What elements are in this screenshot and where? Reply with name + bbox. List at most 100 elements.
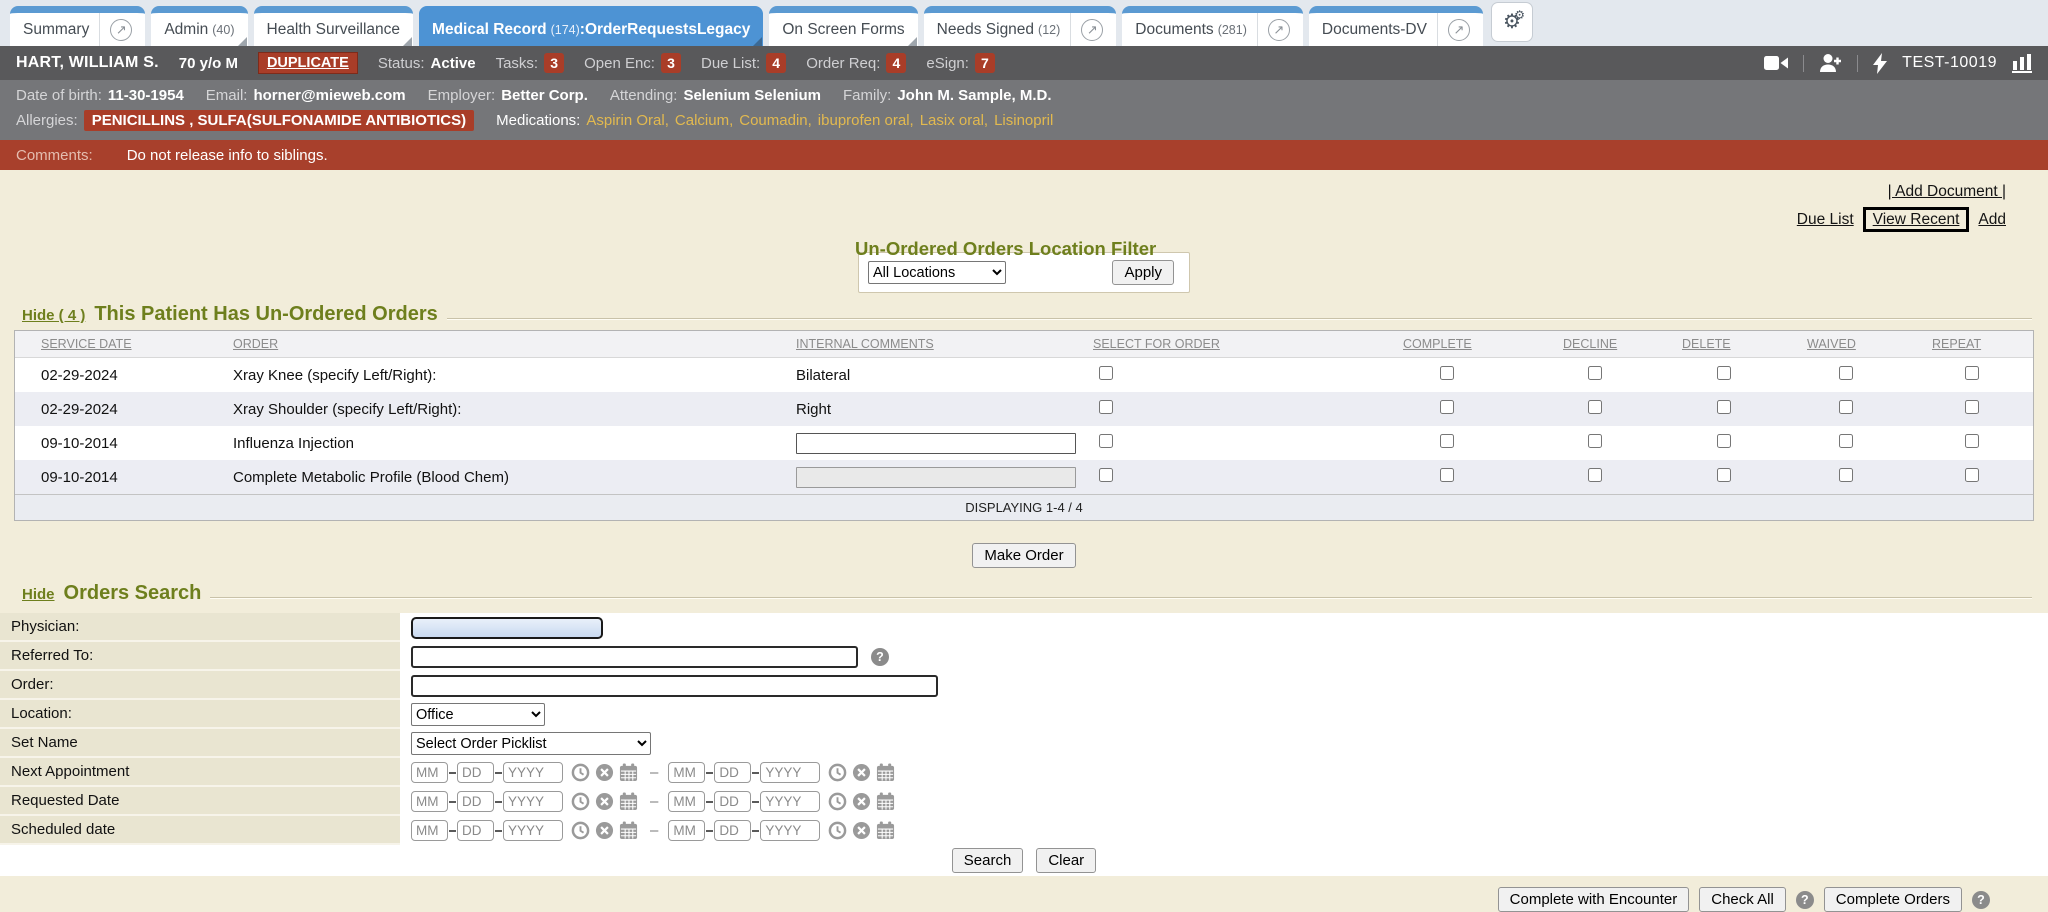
time-icon[interactable] xyxy=(828,821,847,840)
delete-checkbox[interactable] xyxy=(1717,366,1731,380)
location-select[interactable]: Office xyxy=(411,703,545,726)
day-input[interactable] xyxy=(457,791,494,812)
year-input[interactable] xyxy=(503,762,563,783)
tab-settings-button[interactable]: ⚙ ⚙ xyxy=(1491,2,1533,42)
tab-admin[interactable]: Admin (40) xyxy=(151,6,247,46)
col-select-for-order[interactable]: SELECT FOR ORDER xyxy=(1075,337,1385,351)
due-list-link[interactable]: Due List xyxy=(1797,212,1854,228)
time-icon[interactable] xyxy=(828,792,847,811)
calendar-icon[interactable] xyxy=(619,821,638,840)
tab-documents[interactable]: Documents (281) ↗ xyxy=(1122,6,1303,46)
year-input[interactable] xyxy=(503,791,563,812)
delete-checkbox[interactable] xyxy=(1717,468,1731,482)
col-decline[interactable]: DECLINE xyxy=(1545,337,1670,351)
clear-date-icon[interactable] xyxy=(852,792,871,811)
decline-checkbox[interactable] xyxy=(1588,400,1602,414)
year-input[interactable] xyxy=(760,762,820,783)
medication-link[interactable]: ibuprofen oral, xyxy=(818,112,914,129)
complete-with-encounter-button[interactable]: Complete with Encounter xyxy=(1498,887,1690,912)
time-icon[interactable] xyxy=(571,792,590,811)
calendar-icon[interactable] xyxy=(876,792,895,811)
month-input[interactable] xyxy=(411,791,448,812)
col-delete[interactable]: DELETE xyxy=(1670,337,1795,351)
select-for-order-checkbox[interactable] xyxy=(1099,366,1113,380)
referred-to-input[interactable] xyxy=(411,646,858,668)
clear-date-icon[interactable] xyxy=(852,821,871,840)
year-input[interactable] xyxy=(760,791,820,812)
waived-checkbox[interactable] xyxy=(1839,366,1853,380)
lightning-icon[interactable] xyxy=(1873,53,1887,74)
decline-checkbox[interactable] xyxy=(1588,366,1602,380)
video-visit-icon[interactable] xyxy=(1764,55,1788,71)
duplicate-flag[interactable]: DUPLICATE xyxy=(258,52,358,74)
check-all-button[interactable]: Check All xyxy=(1699,887,1786,912)
location-filter-select[interactable]: All Locations xyxy=(868,261,1006,284)
day-input[interactable] xyxy=(457,820,494,841)
tab-popout-section[interactable]: ↗ xyxy=(99,13,132,46)
counter-badge[interactable]: 7 xyxy=(975,53,995,73)
month-input[interactable] xyxy=(668,820,705,841)
allergies-value[interactable]: PENICILLINS , SULFA(SULFONAMIDE ANTIBIOT… xyxy=(84,110,474,131)
repeat-checkbox[interactable] xyxy=(1965,400,1979,414)
calendar-icon[interactable] xyxy=(876,763,895,782)
select-for-order-checkbox[interactable] xyxy=(1099,434,1113,448)
col-order[interactable]: ORDER xyxy=(205,337,775,351)
medication-link[interactable]: Lisinopril xyxy=(994,112,1053,129)
year-input[interactable] xyxy=(503,820,563,841)
col-waived[interactable]: WAIVED xyxy=(1795,337,1920,351)
tab-summary[interactable]: Summary ↗ xyxy=(10,6,145,46)
physician-input[interactable] xyxy=(411,617,603,639)
clear-date-icon[interactable] xyxy=(595,792,614,811)
tab-medical-record[interactable]: Medical Record (174) :OrderRequestsLegac… xyxy=(419,6,763,46)
select-for-order-checkbox[interactable] xyxy=(1099,400,1113,414)
delete-checkbox[interactable] xyxy=(1717,434,1731,448)
select-for-order-checkbox[interactable] xyxy=(1099,468,1113,482)
complete-checkbox[interactable] xyxy=(1440,366,1454,380)
delete-checkbox[interactable] xyxy=(1717,400,1731,414)
tab-popout-section[interactable]: ↗ xyxy=(1070,13,1103,46)
flowsheet-chart-icon[interactable] xyxy=(2012,54,2032,73)
calendar-icon[interactable] xyxy=(619,792,638,811)
col-repeat[interactable]: REPEAT xyxy=(1920,337,2033,351)
waived-checkbox[interactable] xyxy=(1839,400,1853,414)
time-icon[interactable] xyxy=(571,821,590,840)
complete-orders-help-icon[interactable]: ? xyxy=(1972,891,1990,909)
month-input[interactable] xyxy=(411,762,448,783)
search-button[interactable]: Search xyxy=(952,848,1024,873)
counter-badge[interactable]: 4 xyxy=(766,53,786,73)
month-input[interactable] xyxy=(668,762,705,783)
medication-link[interactable]: Aspirin Oral, xyxy=(586,112,669,129)
decline-checkbox[interactable] xyxy=(1588,468,1602,482)
medication-link[interactable]: Calcium, xyxy=(675,112,733,129)
repeat-checkbox[interactable] xyxy=(1965,468,1979,482)
clear-date-icon[interactable] xyxy=(595,763,614,782)
repeat-checkbox[interactable] xyxy=(1965,434,1979,448)
complete-orders-button[interactable]: Complete Orders xyxy=(1824,887,1962,912)
make-order-button[interactable]: Make Order xyxy=(972,543,1075,568)
clear-button[interactable]: Clear xyxy=(1036,848,1096,873)
counter-badge[interactable]: 3 xyxy=(544,53,564,73)
month-input[interactable] xyxy=(668,791,705,812)
tab-on-screen-forms[interactable]: On Screen Forms xyxy=(769,6,917,46)
tab-health-surveillance[interactable]: Health Surveillance xyxy=(254,6,414,46)
add-person-icon[interactable] xyxy=(1819,53,1842,73)
complete-checkbox[interactable] xyxy=(1440,434,1454,448)
apply-button[interactable]: Apply xyxy=(1112,260,1174,285)
tab-needs-signed[interactable]: Needs Signed (12) ↗ xyxy=(924,6,1117,46)
day-input[interactable] xyxy=(714,762,751,783)
hide-unordered-link[interactable]: Hide ( 4 ) xyxy=(22,307,85,324)
clear-date-icon[interactable] xyxy=(595,821,614,840)
medication-link[interactable]: Lasix oral, xyxy=(920,112,988,129)
tab-documents-dv[interactable]: Documents-DV ↗ xyxy=(1309,6,1483,46)
tab-popout-section[interactable]: ↗ xyxy=(1257,13,1290,46)
view-recent-link[interactable]: View Recent xyxy=(1873,211,1960,228)
complete-checkbox[interactable] xyxy=(1440,400,1454,414)
col-complete[interactable]: COMPLETE xyxy=(1385,337,1545,351)
col-service-date[interactable]: SERVICE DATE xyxy=(15,337,205,351)
add-document-link[interactable]: | Add Document | xyxy=(1888,183,2006,200)
day-input[interactable] xyxy=(714,791,751,812)
medication-link[interactable]: Coumadin, xyxy=(739,112,812,129)
time-icon[interactable] xyxy=(828,763,847,782)
hide-orders-search-link[interactable]: Hide xyxy=(22,586,55,603)
complete-checkbox[interactable] xyxy=(1440,468,1454,482)
